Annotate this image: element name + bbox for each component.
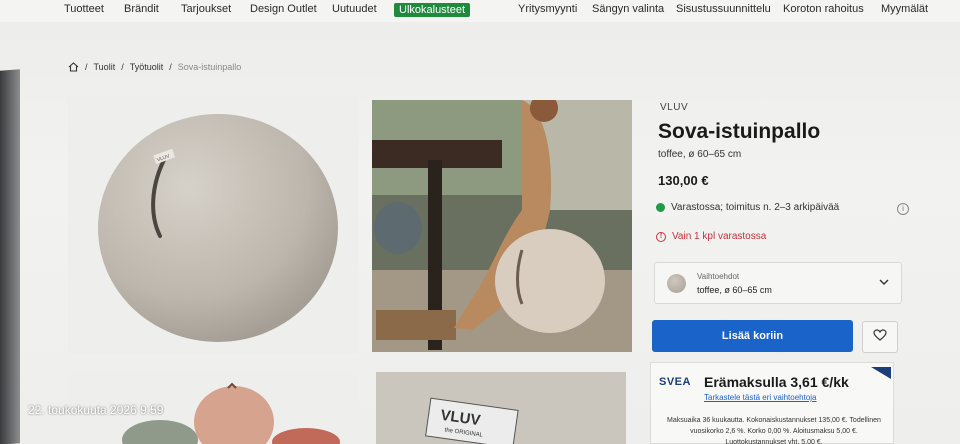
- home-icon[interactable]: [68, 62, 79, 72]
- packaging-illustration: VLUV the ORIGINAL: [376, 372, 626, 444]
- gallery-image-packaging[interactable]: VLUV the ORIGINAL: [376, 372, 626, 444]
- low-stock-text: Vain 1 kpl varastossa: [672, 231, 767, 242]
- nav-item-tuotteet[interactable]: Tuotteet: [64, 3, 104, 15]
- product-variant-summary: toffee, ø 60–65 cm: [658, 149, 742, 160]
- product-brand[interactable]: VLUV: [660, 102, 688, 113]
- breadcrumb-item-current: Sova-istuinpallo: [177, 62, 242, 72]
- nav-item-tarjoukset[interactable]: Tarjoukset: [181, 3, 231, 15]
- color-swatch: [667, 274, 686, 293]
- low-stock-notice: ! Vain 1 kpl varastossa: [656, 231, 766, 242]
- top-navigation: Tuotteet Brändit Tarjoukset Design Outle…: [0, 0, 960, 22]
- product-title: Sova-istuinpallo: [658, 120, 821, 143]
- financing-options-link[interactable]: Tarkastele tästä eri vaihtoehtoja: [704, 393, 817, 402]
- breadcrumb: / Tuolit / Työtuolit / Sova-istuinpallo: [68, 62, 241, 72]
- info-icon[interactable]: i: [897, 203, 909, 215]
- browser-screen: Tuotteet Brändit Tarjoukset Design Outle…: [0, 0, 960, 444]
- monitor-bezel: [0, 69, 20, 444]
- breadcrumb-separator: /: [169, 62, 172, 72]
- lifestyle-illustration: [372, 100, 632, 352]
- variant-select[interactable]: Vaihtoehdot toffee, ø 60–65 cm: [654, 262, 902, 304]
- nav-item-myymalat[interactable]: Myymälät: [881, 3, 928, 15]
- nav-item-uutuudet[interactable]: Uutuudet: [332, 3, 377, 15]
- stock-status-text: Varastossa; toimitus n. 2–3 arkipäivää: [671, 202, 840, 213]
- breadcrumb-item-tuolit[interactable]: Tuolit: [94, 62, 116, 72]
- product-price: 130,00 €: [658, 173, 709, 188]
- alert-icon: !: [656, 231, 666, 242]
- nav-item-design-outlet[interactable]: Design Outlet: [250, 3, 317, 15]
- nav-item-yritysmyynti[interactable]: Yritysmyynti: [518, 3, 577, 15]
- heart-icon: [873, 328, 887, 346]
- gallery-image-ball[interactable]: VLUV: [68, 96, 358, 354]
- nav-item-koroton-rahoitus[interactable]: Koroton rahoitus: [783, 3, 864, 15]
- svea-corner-mark: [871, 367, 891, 379]
- wishlist-button[interactable]: [862, 321, 898, 353]
- financing-terms: Maksuaika 36 kuukautta. Kokonaiskustannu…: [667, 417, 881, 444]
- variant-select-value: toffee, ø 60–65 cm: [697, 285, 772, 295]
- breadcrumb-separator: /: [121, 62, 124, 72]
- add-to-cart-button[interactable]: Lisää koriin: [652, 320, 853, 352]
- nav-item-sangyn-valinta[interactable]: Sängyn valinta: [592, 3, 664, 15]
- in-stock-dot-icon: [656, 203, 665, 212]
- variant-select-label: Vaihtoehdot: [697, 272, 740, 281]
- financing-title: Erämaksulla 3,61 €/kk: [704, 374, 849, 390]
- financing-box: SVEA Erämaksulla 3,61 €/kk Tarkastele tä…: [650, 362, 894, 444]
- nav-item-ulkokalusteet[interactable]: Ulkokalusteet: [394, 3, 471, 17]
- breadcrumb-separator: /: [85, 62, 88, 72]
- svea-logo: SVEA: [659, 376, 691, 388]
- ball-illustration: VLUV: [98, 114, 338, 342]
- stock-status: Varastossa; toimitus n. 2–3 arkipäivää: [656, 202, 911, 213]
- gallery-image-lifestyle[interactable]: [372, 100, 632, 352]
- chevron-down-icon: [879, 277, 889, 288]
- nav-item-brandit[interactable]: Brändit: [124, 3, 159, 15]
- photo-timestamp: 22. toukokuuta 2026 9.59: [28, 403, 164, 417]
- nav-item-sisustussuunnittelu[interactable]: Sisustussuunnittelu: [676, 3, 771, 15]
- breadcrumb-item-tyotuolit[interactable]: Työtuolit: [130, 62, 164, 72]
